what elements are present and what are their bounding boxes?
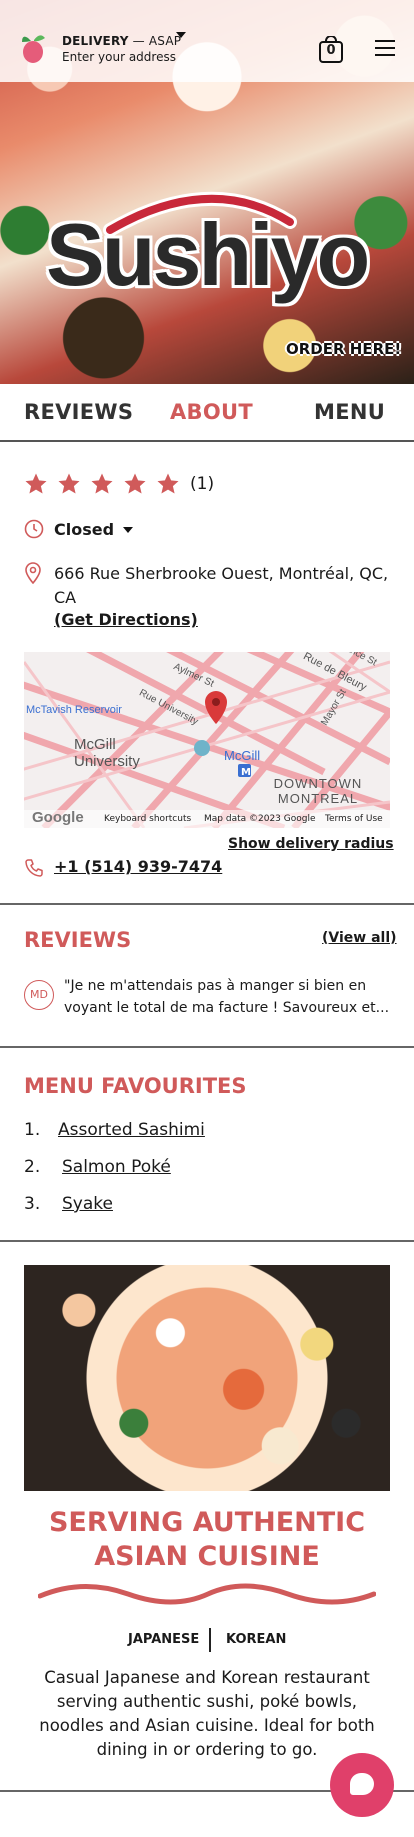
map-label-station: McGill <box>224 748 261 763</box>
show-delivery-radius-link[interactable]: Show delivery radius <box>228 836 394 852</box>
reviews-heading: REVIEWS <box>24 928 132 952</box>
map-label-university: McGill University <box>74 736 140 770</box>
restaurant-address: 666 Rue Sherbrooke Ouest, Montréal, QC, … <box>54 564 389 607</box>
avatar: MD <box>24 980 54 1010</box>
star-icon <box>25 473 47 494</box>
cuisine-tag: JAPANESE <box>128 1632 200 1647</box>
location-map[interactable]: M McTavish Reservoir McGill University M… <box>24 652 390 828</box>
map-data-credit: Map data ©2023 Google <box>204 814 316 824</box>
hero-banner[interactable]: DELIVERY — ASAP Enter your address 0 Sus… <box>0 0 414 384</box>
google-logo: Google <box>32 809 84 826</box>
map-label-downtown: DOWNTOWN MONTREAL <box>273 776 363 806</box>
delivery-label: DELIVERY <box>62 34 129 48</box>
phone-link[interactable]: +1 (514) 939-7474 <box>54 857 222 876</box>
list-number: 1. <box>24 1120 41 1140</box>
favourite-item-link[interactable]: Salmon Poké <box>62 1157 171 1177</box>
map-label-reservoir: McTavish Reservoir <box>26 704 122 716</box>
tab-menu[interactable]: MENU <box>314 400 385 424</box>
phone-icon <box>25 859 43 877</box>
keyboard-shortcuts-link[interactable]: Keyboard shortcuts <box>104 814 191 824</box>
sushi-platter-photo <box>24 1265 390 1491</box>
logo-text: Sushiyo <box>46 205 370 304</box>
tab-about[interactable]: ABOUT <box>170 400 253 424</box>
chevron-down-icon[interactable] <box>123 527 133 533</box>
rating-count: (1) <box>190 474 215 494</box>
location-pin-icon <box>25 562 41 584</box>
menu-favourites-heading: MENU FAVOURITES <box>24 1074 247 1098</box>
section-tabs: REVIEWS ABOUT MENU <box>0 384 414 442</box>
star-icon <box>91 473 113 494</box>
list-number: 2. <box>24 1157 41 1177</box>
get-directions-link[interactable]: (Get Directions) <box>54 610 198 629</box>
delivery-mode[interactable]: DELIVERY — ASAP <box>62 34 181 48</box>
section-divider <box>0 1240 414 1242</box>
list-number: 3. <box>24 1194 41 1214</box>
cuisine-tags: JAPANESE KOREAN <box>0 1628 414 1654</box>
star-icon <box>157 473 179 494</box>
svg-text:M: M <box>241 767 251 778</box>
hamburger-menu-icon[interactable] <box>375 40 395 56</box>
terms-of-use-link[interactable]: Terms of Use <box>325 814 383 824</box>
cuisine-tag: KOREAN <box>226 1632 287 1647</box>
open-status[interactable]: Closed <box>54 520 114 539</box>
chat-bubble-icon <box>350 1773 374 1795</box>
brand-fruit-icon <box>22 35 45 63</box>
delivery-separator: — <box>128 34 149 48</box>
serving-heading: SERVING AUTHENTIC ASIAN CUISINE <box>48 1507 366 1572</box>
star-icon <box>124 473 146 494</box>
clock-icon <box>24 519 44 539</box>
order-here-label: ORDER HERE! <box>286 340 402 358</box>
section-divider <box>0 903 414 905</box>
cart-button[interactable]: 0 <box>318 35 344 64</box>
wave-divider <box>38 1583 376 1605</box>
brand-logo: Sushiyo <box>40 178 380 308</box>
star-icon <box>58 473 80 494</box>
cart-count: 0 <box>326 43 336 58</box>
top-bar: DELIVERY — ASAP Enter your address 0 <box>0 0 414 82</box>
favourite-item-link[interactable]: Assorted Sashimi <box>58 1120 205 1140</box>
cuisine-separator <box>209 1628 211 1652</box>
section-divider <box>0 1046 414 1048</box>
restaurant-description: Casual Japanese and Korean restaurant se… <box>39 1668 375 1759</box>
favourite-item-link[interactable]: Syake <box>62 1194 113 1214</box>
tab-reviews[interactable]: REVIEWS <box>24 400 133 424</box>
review-snippet[interactable]: "Je ne m'attendais pas à manger si bien … <box>64 975 394 1019</box>
view-all-reviews-link[interactable]: (View all) <box>322 930 397 946</box>
chevron-down-icon[interactable] <box>176 32 186 38</box>
chat-button[interactable] <box>330 1753 394 1817</box>
address-prompt[interactable]: Enter your address <box>62 50 176 64</box>
